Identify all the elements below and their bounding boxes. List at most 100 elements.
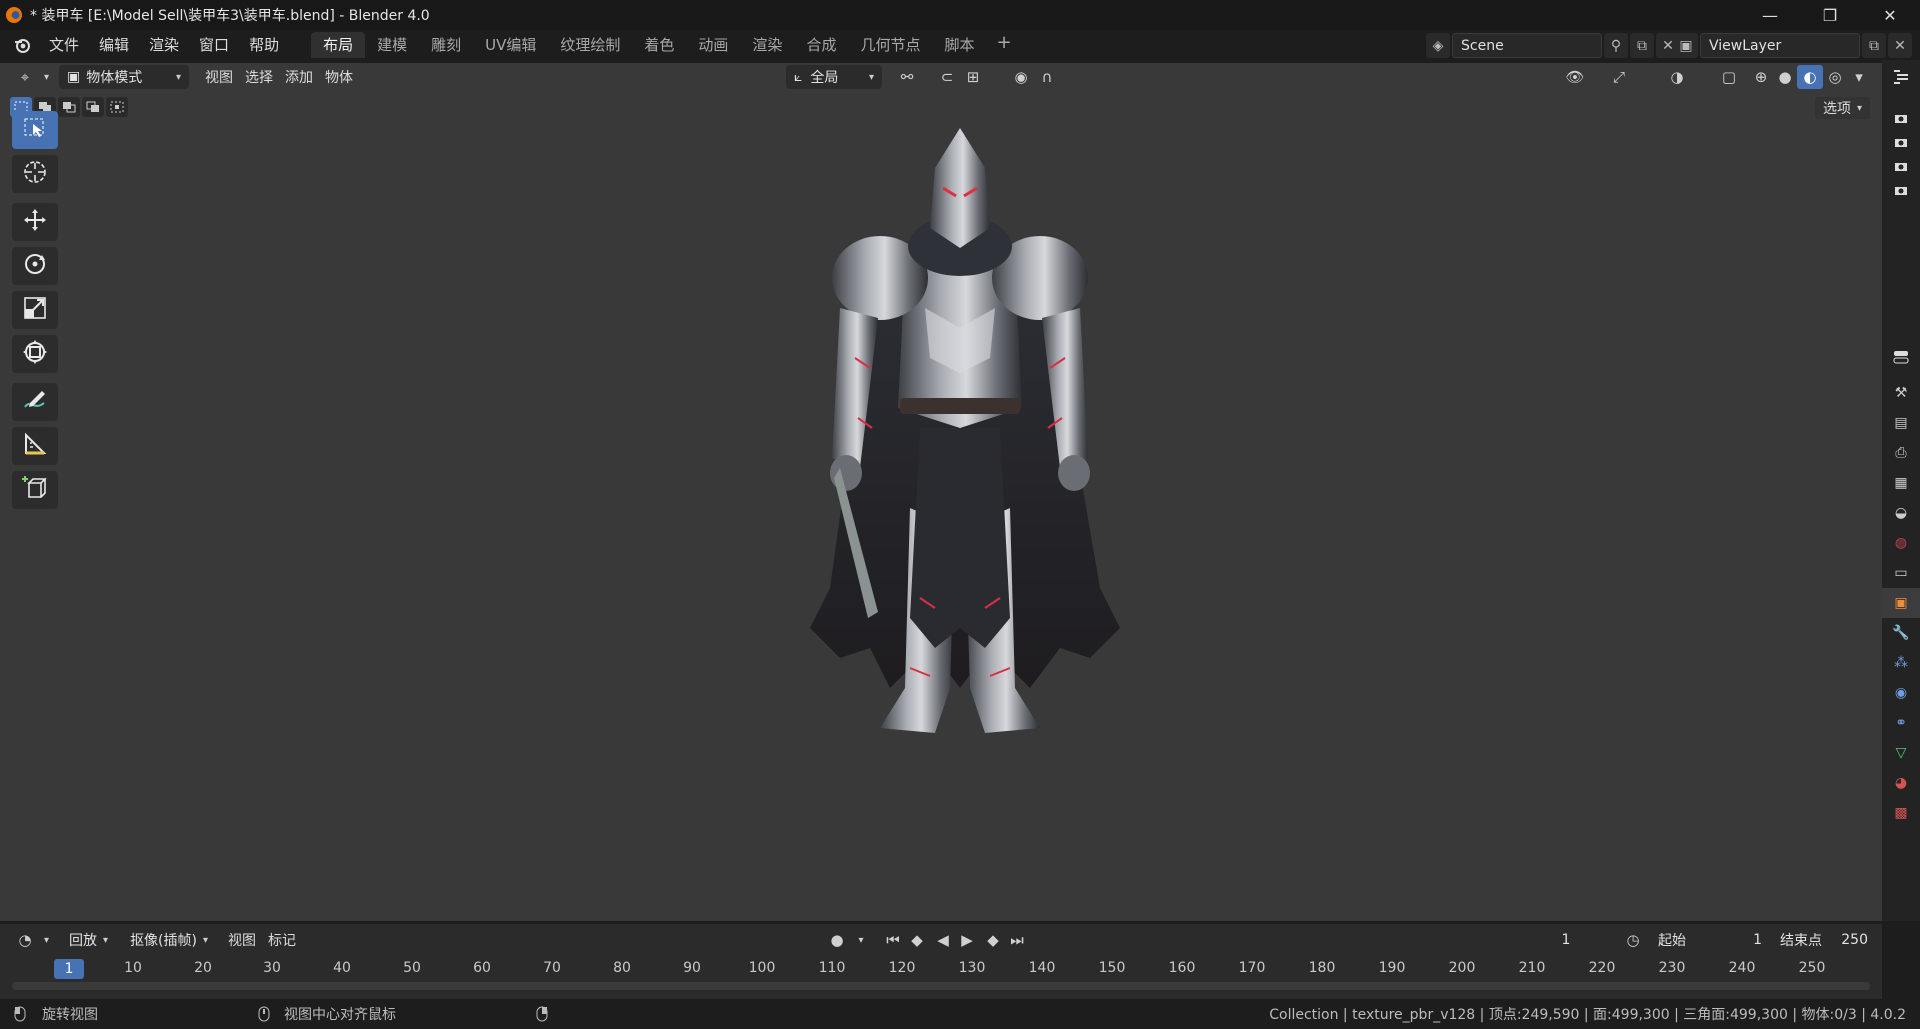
add-workspace-button[interactable]: + (986, 32, 1021, 58)
options-dropdown[interactable]: 选项 ▾ (1814, 97, 1870, 119)
material-shading-icon[interactable]: ◐ (1797, 65, 1823, 89)
annotate-tool[interactable] (12, 383, 58, 421)
outliner-toggle-icon[interactable] (1882, 62, 1920, 92)
solid-shading-icon[interactable]: ● (1772, 65, 1798, 89)
tab-texture-paint[interactable]: 纹理绘制 (548, 32, 632, 58)
3d-viewport[interactable]: ⌖ ▾ ▣ 物体模式 ▾ 视图 选择 添加 物体 ⟀ 全局 ▾ ⚯ ⊂ ⊞ ◉ … (0, 63, 1882, 921)
current-frame-marker[interactable]: 1 (54, 959, 84, 979)
menu-select[interactable]: 选择 (239, 65, 279, 89)
tab-sculpting[interactable]: 雕刻 (419, 32, 473, 58)
blender-menu-icon[interactable] (11, 34, 33, 56)
maximize-button[interactable]: ❐ (1800, 0, 1860, 30)
pin-icon[interactable]: ⚲ (1604, 33, 1628, 58)
pivot-icon[interactable]: ⚯ (894, 65, 920, 89)
add-cube-tool[interactable] (12, 471, 58, 509)
transform-orientation-dropdown[interactable]: ⟀ 全局 ▾ (786, 65, 882, 89)
select-intersect-icon[interactable] (106, 97, 128, 117)
tab-geometry-nodes[interactable]: 几何节点 (848, 32, 932, 58)
menu-object[interactable]: 物体 (319, 65, 359, 89)
timeline-menu-view[interactable]: 视图 (222, 928, 262, 952)
menu-window[interactable]: 窗口 (189, 32, 239, 58)
scene-name-field[interactable]: Scene (1452, 33, 1602, 58)
output-properties-icon[interactable]: ⎙ (1882, 438, 1920, 468)
play-icon[interactable]: ▶ (954, 928, 980, 952)
snap-icon[interactable]: ⊂ (934, 65, 960, 89)
view-layer-properties-icon[interactable]: ▦ (1882, 468, 1920, 498)
render-properties-icon[interactable]: ▤ (1882, 408, 1920, 438)
keying-dropdown[interactable]: 抠像(插帧) ▾ (122, 928, 217, 952)
snap-target-icon[interactable]: ⊞ (960, 65, 986, 89)
wireframe-shading-icon[interactable]: ⊕ (1748, 65, 1774, 89)
scale-tool[interactable] (12, 291, 58, 329)
knight-model[interactable] (760, 128, 1160, 748)
new-scene-icon[interactable]: ⧉ (1630, 33, 1654, 58)
next-keyframe-icon[interactable]: ◆ (980, 928, 1006, 952)
close-button[interactable]: ✕ (1860, 0, 1920, 30)
mode-dropdown[interactable]: ▣ 物体模式 ▾ (59, 65, 190, 89)
delete-viewlayer-icon[interactable]: ✕ (1888, 33, 1912, 58)
tab-modeling[interactable]: 建模 (365, 32, 419, 58)
camera-icon[interactable] (1882, 154, 1920, 178)
start-frame-field[interactable]: 起始 1 (1650, 928, 1770, 952)
tool-settings-icon[interactable]: ⚒ (1882, 378, 1920, 408)
viewlayer-browse-icon[interactable]: ▣ (1674, 33, 1698, 58)
end-frame-field[interactable]: 结束点 250 (1772, 928, 1876, 952)
menu-file[interactable]: 文件 (39, 32, 89, 58)
menu-help[interactable]: 帮助 (239, 32, 289, 58)
minimize-button[interactable]: — (1740, 0, 1800, 30)
timeline-menu-marker[interactable]: 标记 (262, 928, 302, 952)
overlays-icon[interactable]: ◑ (1664, 65, 1690, 89)
play-reverse-icon[interactable]: ◀ (930, 928, 956, 952)
new-viewlayer-icon[interactable]: ⧉ (1862, 33, 1886, 58)
camera-icon[interactable] (1882, 178, 1920, 202)
tab-animation[interactable]: 动画 (686, 32, 740, 58)
chevron-down-icon[interactable]: ▾ (44, 935, 49, 946)
object-properties-icon[interactable]: ▣ (1882, 588, 1920, 618)
scene-properties-icon[interactable]: ◒ (1882, 498, 1920, 528)
data-properties-icon[interactable]: ▽ (1882, 738, 1920, 768)
modifier-properties-icon[interactable]: 🔧 (1882, 618, 1920, 648)
gizmo-icon[interactable]: ⤢ (1606, 65, 1632, 89)
select-invert-icon[interactable] (82, 97, 104, 117)
menu-edit[interactable]: 编辑 (89, 32, 139, 58)
current-frame-field[interactable]: 1 (1520, 928, 1612, 952)
texture-properties-icon[interactable]: ▩ (1882, 798, 1920, 828)
select-subtract-icon[interactable] (58, 97, 80, 117)
visibility-icon[interactable]: 👁 (1562, 65, 1588, 89)
scene-browse-icon[interactable]: ◈ (1426, 33, 1450, 58)
collection-properties-icon[interactable]: ▭ (1882, 558, 1920, 588)
proportional-edit-icon[interactable]: ◉ (1008, 65, 1034, 89)
record-options-chevron-icon[interactable]: ▾ (848, 928, 874, 952)
jump-end-icon[interactable]: ⏭ (1004, 928, 1030, 952)
constraint-properties-icon[interactable]: ⚭ (1882, 708, 1920, 738)
material-properties-icon[interactable]: ◕ (1882, 768, 1920, 798)
jump-start-icon[interactable]: ⏮ (880, 928, 906, 952)
tab-shading[interactable]: 着色 (632, 32, 686, 58)
camera-icon[interactable] (1882, 106, 1920, 130)
menu-add[interactable]: 添加 (279, 65, 319, 89)
rendered-shading-icon[interactable]: ◎ (1822, 65, 1848, 89)
particles-properties-icon[interactable]: ⁂ (1882, 648, 1920, 678)
editor-type-chevron-icon[interactable]: ▾ (44, 72, 49, 83)
select-box-tool[interactable] (12, 111, 58, 149)
shading-options-chevron-icon[interactable]: ▾ (1846, 65, 1872, 89)
record-icon[interactable]: ● (824, 928, 850, 952)
prev-keyframe-icon[interactable]: ◆ (904, 928, 930, 952)
camera-icon[interactable] (1882, 130, 1920, 154)
timeline-ruler[interactable]: 1 10 20 30 40 50 60 70 80 90 100 110 120… (0, 958, 1882, 979)
properties-toggle-icon[interactable] (1882, 342, 1920, 372)
tab-scripting[interactable]: 脚本 (932, 32, 986, 58)
transform-tool[interactable] (12, 335, 58, 373)
editor-type-icon[interactable]: ⌖ (12, 65, 38, 89)
menu-render[interactable]: 渲染 (139, 32, 189, 58)
timeline-editor-type-icon[interactable]: ◔ (12, 928, 38, 952)
playback-dropdown[interactable]: 回放 ▾ (61, 928, 117, 952)
world-properties-icon[interactable]: ◍ (1882, 528, 1920, 558)
viewlayer-name-field[interactable]: ViewLayer (1700, 33, 1860, 58)
tab-layout[interactable]: 布局 (311, 32, 366, 58)
xray-icon[interactable]: ▢ (1716, 65, 1742, 89)
tab-compositing[interactable]: 合成 (794, 32, 848, 58)
timeline-scrollbar[interactable] (12, 982, 1870, 990)
falloff-icon[interactable]: ∩ (1034, 65, 1060, 89)
cursor-tool[interactable] (12, 155, 58, 193)
